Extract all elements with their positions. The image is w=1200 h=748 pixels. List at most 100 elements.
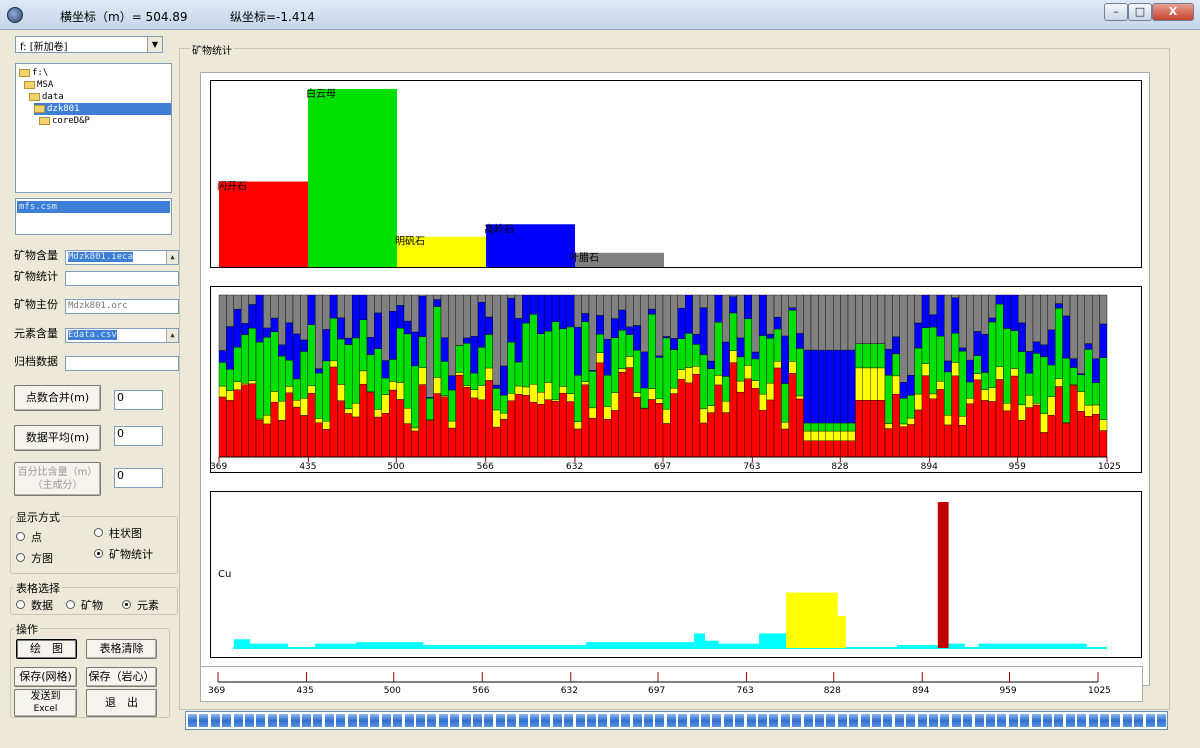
profile-segment xyxy=(359,294,368,320)
profile-segment xyxy=(788,373,797,458)
tree-item[interactable]: MSA xyxy=(24,79,53,91)
profile-segment xyxy=(307,385,316,394)
profile-segment xyxy=(374,409,382,418)
radio-option[interactable]: 元素 xyxy=(122,597,159,613)
drive-select[interactable]: f: [新加卷] ▼ xyxy=(15,36,163,53)
profile-segment xyxy=(862,294,871,344)
field-input[interactable] xyxy=(65,356,179,371)
profile-segment xyxy=(840,430,849,442)
save-grid-button[interactable]: 保存(网格) xyxy=(14,667,77,687)
profile-segment xyxy=(884,423,893,429)
profile-segment xyxy=(810,430,819,442)
tree-item[interactable]: dzk801 xyxy=(34,103,171,115)
profile-segment xyxy=(255,294,264,343)
tree-item[interactable]: f:\ xyxy=(19,67,48,79)
profile-segment xyxy=(603,419,612,458)
profile-segment xyxy=(714,294,723,323)
profile-segment xyxy=(351,403,360,418)
profile-segment xyxy=(944,360,952,373)
close-button[interactable]: X xyxy=(1152,3,1194,21)
profile-segment xyxy=(574,421,582,430)
profile-segment xyxy=(1025,395,1034,408)
profile-segment xyxy=(958,294,967,349)
file-item[interactable]: mfs.csm xyxy=(17,201,170,213)
profile-segment xyxy=(329,317,338,362)
profile-segment xyxy=(462,294,471,339)
profile-segment xyxy=(1055,303,1063,309)
radio-option[interactable]: 矿物 xyxy=(66,597,103,613)
profile-segment xyxy=(448,420,456,429)
profile-segment xyxy=(803,430,812,442)
cu-bar xyxy=(491,645,586,648)
profile-segment xyxy=(677,379,686,458)
profile-segment xyxy=(833,430,841,442)
profile-segment xyxy=(351,416,360,458)
profile-segment xyxy=(995,303,1004,367)
profile-segment xyxy=(618,309,627,331)
profile-segment xyxy=(995,366,1004,380)
merge-points-input[interactable]: 0 xyxy=(114,390,163,410)
profile-segment xyxy=(862,367,871,401)
profile-segment xyxy=(322,360,331,422)
field-input[interactable] xyxy=(65,271,179,286)
profile-segment xyxy=(803,440,812,458)
profile-segment xyxy=(818,430,827,442)
profile-segment xyxy=(751,294,760,353)
profile-segment xyxy=(462,337,471,344)
progress-segment xyxy=(233,714,243,727)
profile-segment xyxy=(1077,411,1086,458)
axis-tick-label: 566 xyxy=(472,686,489,696)
clear-table-button[interactable]: 表格清除 xyxy=(86,639,157,659)
tree-item[interactable]: data xyxy=(29,91,64,103)
exit-button[interactable]: 退 出 xyxy=(86,689,157,717)
field-input[interactable]: Mdzk801.orc xyxy=(65,299,179,314)
progress-segment xyxy=(495,714,505,727)
field-input[interactable]: Edata.csv ▲ xyxy=(65,328,179,343)
scroll-arrow-icon[interactable]: ▲ xyxy=(166,251,178,264)
profile-segment xyxy=(773,316,782,330)
percent-content-button[interactable]: 百分比含量（m） （主成分） xyxy=(14,462,101,496)
field-input[interactable]: Mdzk801.ieca ▲ xyxy=(65,250,179,265)
profile-segment xyxy=(847,422,856,432)
radio-option[interactable]: 方图 xyxy=(16,550,53,566)
radio-option[interactable]: 数据 xyxy=(16,597,53,613)
progress-segment xyxy=(290,714,300,727)
profile-segment xyxy=(485,380,493,458)
profile-segment xyxy=(625,334,634,357)
scroll-arrow-icon[interactable]: ▲ xyxy=(166,329,178,342)
profile-segment xyxy=(277,420,286,458)
data-average-button[interactable]: 数据平均(m) xyxy=(14,425,101,451)
axis-tick-label: 1025 xyxy=(1098,462,1121,472)
profile-segment xyxy=(596,334,604,353)
merge-points-button[interactable]: 点数合并(m) xyxy=(14,385,101,411)
send-to-excel-button[interactable]: 发送到 Excel xyxy=(14,689,77,717)
draw-button[interactable]: 绘 图 xyxy=(16,639,77,659)
percent-content-input[interactable]: 0 xyxy=(114,468,163,488)
profile-segment xyxy=(485,367,493,381)
maximize-button[interactable]: □ xyxy=(1128,3,1152,21)
profile-segment xyxy=(226,390,234,401)
directory-tree[interactable]: f:\ MSA data dzk801 coreD&P xyxy=(15,63,172,193)
profile-segment xyxy=(773,294,782,318)
minimize-button[interactable]: – xyxy=(1104,3,1128,21)
axis-tick-label: 763 xyxy=(737,686,754,696)
profile-segment xyxy=(944,371,952,416)
progress-segment xyxy=(507,714,517,727)
profile-segment xyxy=(951,297,960,334)
profile-segment xyxy=(388,381,397,391)
profile-segment xyxy=(751,388,760,458)
profile-segment xyxy=(448,427,456,458)
radio-option[interactable]: 点 xyxy=(16,529,42,545)
radio-option[interactable]: 柱状图 xyxy=(94,525,142,541)
chevron-down-icon[interactable]: ▼ xyxy=(147,37,162,52)
file-list[interactable]: mfs.csm xyxy=(15,198,172,235)
profile-segment xyxy=(625,367,634,458)
save-core-button[interactable]: 保存（岩心） xyxy=(86,667,157,687)
radio-option[interactable]: 矿物统计 xyxy=(94,546,153,562)
tree-item[interactable]: coreD&P xyxy=(39,115,90,127)
profile-segment xyxy=(810,294,819,351)
profile-segment xyxy=(766,399,775,458)
profile-segment xyxy=(588,294,597,371)
axis-tick-label: 894 xyxy=(912,686,929,696)
data-average-input[interactable]: 0 xyxy=(114,426,163,446)
